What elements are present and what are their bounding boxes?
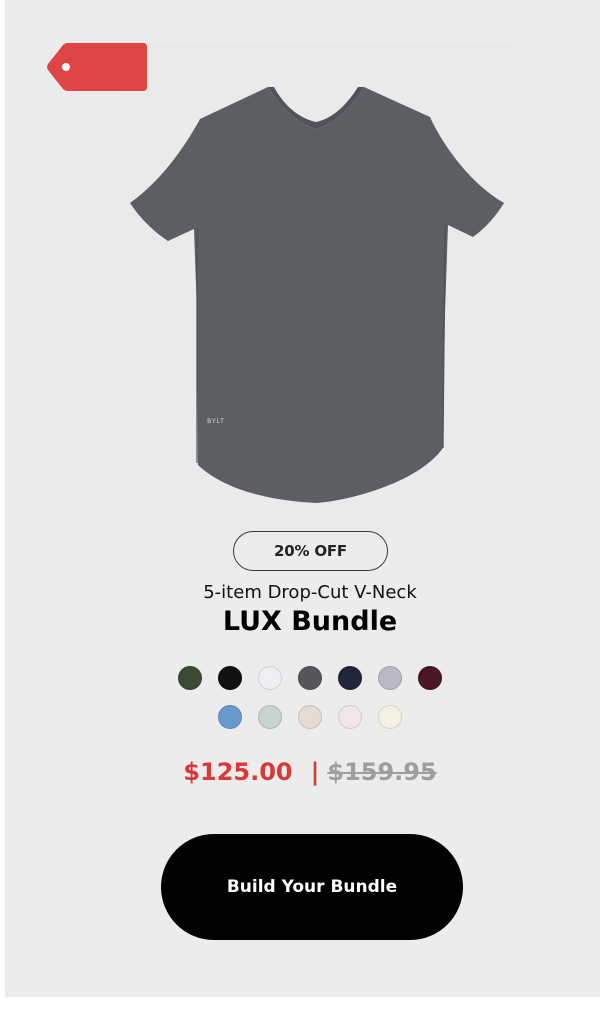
color-swatch[interactable] <box>298 705 322 729</box>
original-price: $159.95 <box>327 758 437 786</box>
discount-badge: 20% OFF <box>233 531 388 571</box>
color-swatch[interactable] <box>298 666 322 690</box>
color-swatch[interactable] <box>338 705 362 729</box>
color-swatch-row-2 <box>0 705 600 729</box>
tshirt-image: BYLT BYLT <box>130 87 504 503</box>
shirt-hem-brand: BYLT <box>207 418 225 425</box>
color-swatch[interactable] <box>258 705 282 729</box>
product-subtitle: 5-item Drop-Cut V-Neck <box>203 582 417 603</box>
color-swatch[interactable] <box>418 666 442 690</box>
build-bundle-button[interactable]: Build Your Bundle <box>161 834 463 940</box>
shirt-neck-brand: BYLT <box>304 109 328 118</box>
color-swatch[interactable] <box>378 705 402 729</box>
color-swatch[interactable] <box>338 666 362 690</box>
sale-tag-icon <box>47 43 147 91</box>
color-swatch[interactable] <box>218 705 242 729</box>
color-swatch[interactable] <box>218 666 242 690</box>
product-image[interactable]: BYLT BYLT <box>118 43 514 537</box>
color-swatch-row-1 <box>0 666 600 690</box>
sale-price: $125.00 <box>183 758 293 786</box>
price-row: $125.00 | $159.95 <box>0 758 600 786</box>
color-swatch[interactable] <box>378 666 402 690</box>
price-separator: | <box>310 758 320 786</box>
tshirt-body <box>130 87 504 503</box>
product-title: LUX Bundle <box>222 606 398 637</box>
color-swatch[interactable] <box>258 666 282 690</box>
color-swatch[interactable] <box>178 666 202 690</box>
